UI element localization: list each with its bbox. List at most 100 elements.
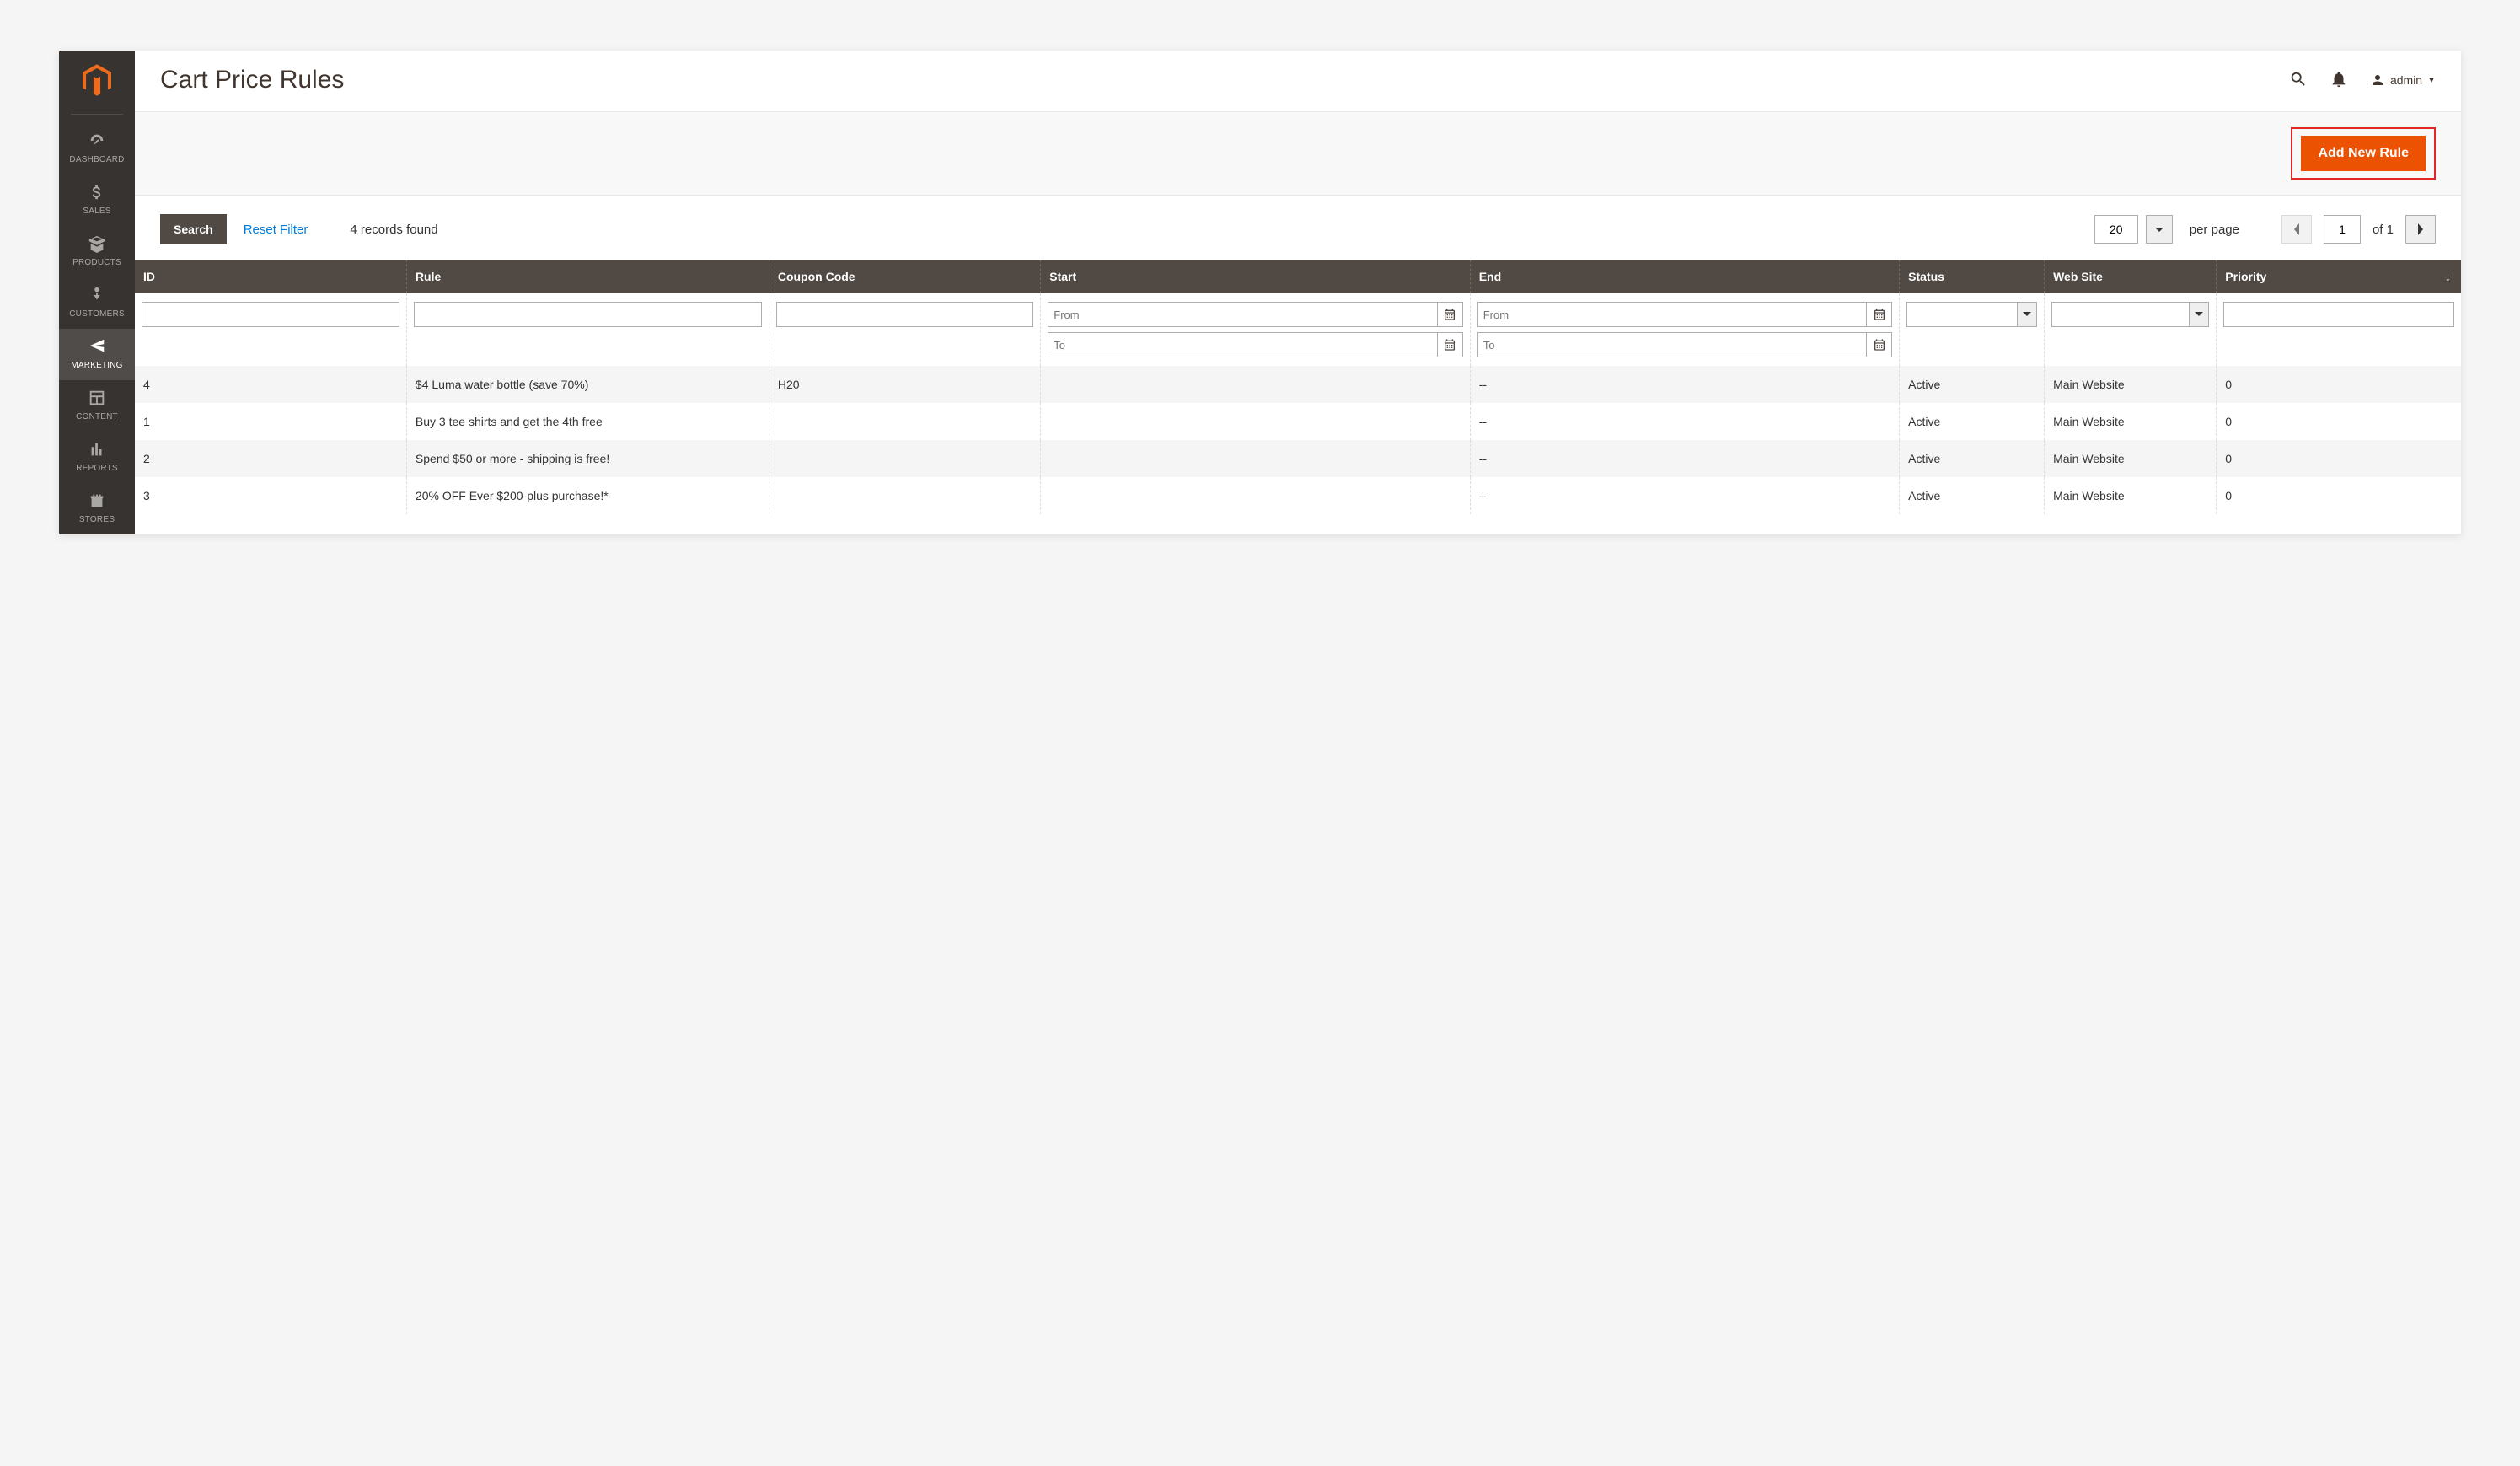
nav-reports[interactable]: REPORTS xyxy=(59,432,135,483)
per-page-label: per page xyxy=(2190,223,2239,237)
notifications-icon[interactable] xyxy=(2330,70,2348,91)
cell-rule: 20% OFF Ever $200-plus purchase!* xyxy=(406,477,769,514)
page-size-input[interactable] xyxy=(2094,215,2138,244)
caret-down-icon: ▼ xyxy=(2427,76,2436,85)
table-row[interactable]: 2Spend $50 or more - shipping is free!--… xyxy=(135,440,2461,477)
app-window: DASHBOARD SALES PRODUCTS CUSTOMERS MARKETING… xyxy=(59,51,2461,534)
records-found-label: 4 records found xyxy=(350,223,437,237)
col-coupon[interactable]: Coupon Code xyxy=(769,260,1040,293)
prev-page-button[interactable] xyxy=(2281,215,2312,244)
col-rule[interactable]: Rule xyxy=(406,260,769,293)
cell-end: -- xyxy=(1470,366,1899,403)
add-new-rule-button[interactable]: Add New Rule xyxy=(2301,136,2426,171)
highlight-box: Add New Rule xyxy=(2291,127,2436,180)
cell-status: Active xyxy=(1900,403,2045,440)
col-start[interactable]: Start xyxy=(1041,260,1470,293)
pager: of 1 xyxy=(2281,215,2436,244)
header-row: ID Rule Coupon Code Start End Status Web… xyxy=(135,260,2461,293)
calendar-icon[interactable] xyxy=(1867,302,1892,327)
magento-logo[interactable] xyxy=(59,59,135,114)
cell-priority: 0 xyxy=(2217,366,2461,403)
nav-marketing-icon xyxy=(61,337,133,356)
search-icon[interactable] xyxy=(2289,70,2308,91)
nav-reports-icon xyxy=(61,440,133,459)
filter-rule-input[interactable] xyxy=(414,302,762,327)
nav-label: PRODUCTS xyxy=(72,258,121,267)
cell-coupon xyxy=(769,477,1040,514)
cell-rule: Buy 3 tee shirts and get the 4th free xyxy=(406,403,769,440)
cell-id: 2 xyxy=(135,440,406,477)
nav-stores[interactable]: STORES xyxy=(59,483,135,534)
nav-products[interactable]: PRODUCTS xyxy=(59,226,135,277)
cell-id: 4 xyxy=(135,366,406,403)
table-row[interactable]: 4$4 Luma water bottle (save 70%)H20 --Act… xyxy=(135,366,2461,403)
calendar-icon[interactable] xyxy=(1438,332,1463,357)
grid-toolbar: Search Reset Filter 4 records found per … xyxy=(135,196,2461,260)
cell-coupon xyxy=(769,403,1040,440)
nav-dashboard[interactable]: DASHBOARD xyxy=(59,123,135,175)
cell-coupon: H20 xyxy=(769,366,1040,403)
filter-priority-input[interactable] xyxy=(2223,302,2454,327)
nav-customers[interactable]: CUSTOMERS xyxy=(59,277,135,329)
nav-stores-icon xyxy=(61,491,133,510)
reset-filter-link[interactable]: Reset Filter xyxy=(244,223,308,237)
cell-end: -- xyxy=(1470,403,1899,440)
col-priority[interactable]: Priority↓ xyxy=(2217,260,2461,293)
col-id[interactable]: ID xyxy=(135,260,406,293)
sidebar: DASHBOARD SALES PRODUCTS CUSTOMERS MARKETING… xyxy=(59,51,135,534)
page-size-dropdown[interactable] xyxy=(2146,215,2173,244)
cell-priority: 0 xyxy=(2217,477,2461,514)
calendar-icon[interactable] xyxy=(1438,302,1463,327)
cell-start xyxy=(1041,366,1470,403)
col-website[interactable]: Web Site xyxy=(2045,260,2217,293)
cell-end: -- xyxy=(1470,477,1899,514)
current-page-input[interactable] xyxy=(2324,215,2361,244)
filter-end-from-input[interactable] xyxy=(1477,302,1867,327)
page-title: Cart Price Rules xyxy=(160,66,2289,94)
action-bar: Add New Rule xyxy=(135,111,2461,196)
cell-id: 1 xyxy=(135,403,406,440)
nav-label: MARKETING xyxy=(71,361,122,370)
nav-content[interactable]: CONTENT xyxy=(59,380,135,432)
cell-status: Active xyxy=(1900,440,2045,477)
user-icon xyxy=(2370,72,2385,88)
next-page-button[interactable] xyxy=(2405,215,2436,244)
cell-priority: 0 xyxy=(2217,440,2461,477)
nav-marketing[interactable]: MARKETING xyxy=(59,329,135,380)
calendar-icon[interactable] xyxy=(1867,332,1892,357)
cell-rule: $4 Luma water bottle (save 70%) xyxy=(406,366,769,403)
nav-sales[interactable]: SALES xyxy=(59,175,135,226)
nav-label: CONTENT xyxy=(76,412,118,422)
nav-label: SALES xyxy=(83,207,110,216)
account-menu[interactable]: admin ▼ xyxy=(2370,72,2436,88)
table-row[interactable]: 320% OFF Ever $200-plus purchase!*--Acti… xyxy=(135,477,2461,514)
col-end[interactable]: End xyxy=(1470,260,1899,293)
cell-start xyxy=(1041,440,1470,477)
page-total-label: of 1 xyxy=(2373,223,2394,237)
cell-status: Active xyxy=(1900,366,2045,403)
page-header: Cart Price Rules admin ▼ xyxy=(135,51,2461,111)
main-content: Cart Price Rules admin ▼ Add New Rule xyxy=(135,51,2461,534)
nav-customers-icon xyxy=(61,286,133,304)
account-label: admin xyxy=(2390,73,2422,87)
cell-start xyxy=(1041,477,1470,514)
filter-end-to-input[interactable] xyxy=(1477,332,1867,357)
col-status[interactable]: Status xyxy=(1900,260,2045,293)
table-row[interactable]: 1Buy 3 tee shirts and get the 4th free --… xyxy=(135,403,2461,440)
filter-status-select[interactable] xyxy=(1906,302,2037,327)
filter-website-select[interactable] xyxy=(2051,302,2209,327)
nav-content-icon xyxy=(61,389,133,407)
nav-products-icon xyxy=(61,234,133,253)
filter-row xyxy=(135,293,2461,366)
cell-website: Main Website xyxy=(2045,403,2217,440)
sort-arrow-icon: ↓ xyxy=(2445,270,2451,283)
filter-id-input[interactable] xyxy=(142,302,399,327)
filter-coupon-input[interactable] xyxy=(776,302,1033,327)
cell-rule: Spend $50 or more - shipping is free! xyxy=(406,440,769,477)
cell-id: 3 xyxy=(135,477,406,514)
filter-start-to-input[interactable] xyxy=(1048,332,1437,357)
filter-start-from-input[interactable] xyxy=(1048,302,1437,327)
search-button[interactable]: Search xyxy=(160,214,227,244)
cell-website: Main Website xyxy=(2045,477,2217,514)
sidebar-divider xyxy=(71,114,123,115)
